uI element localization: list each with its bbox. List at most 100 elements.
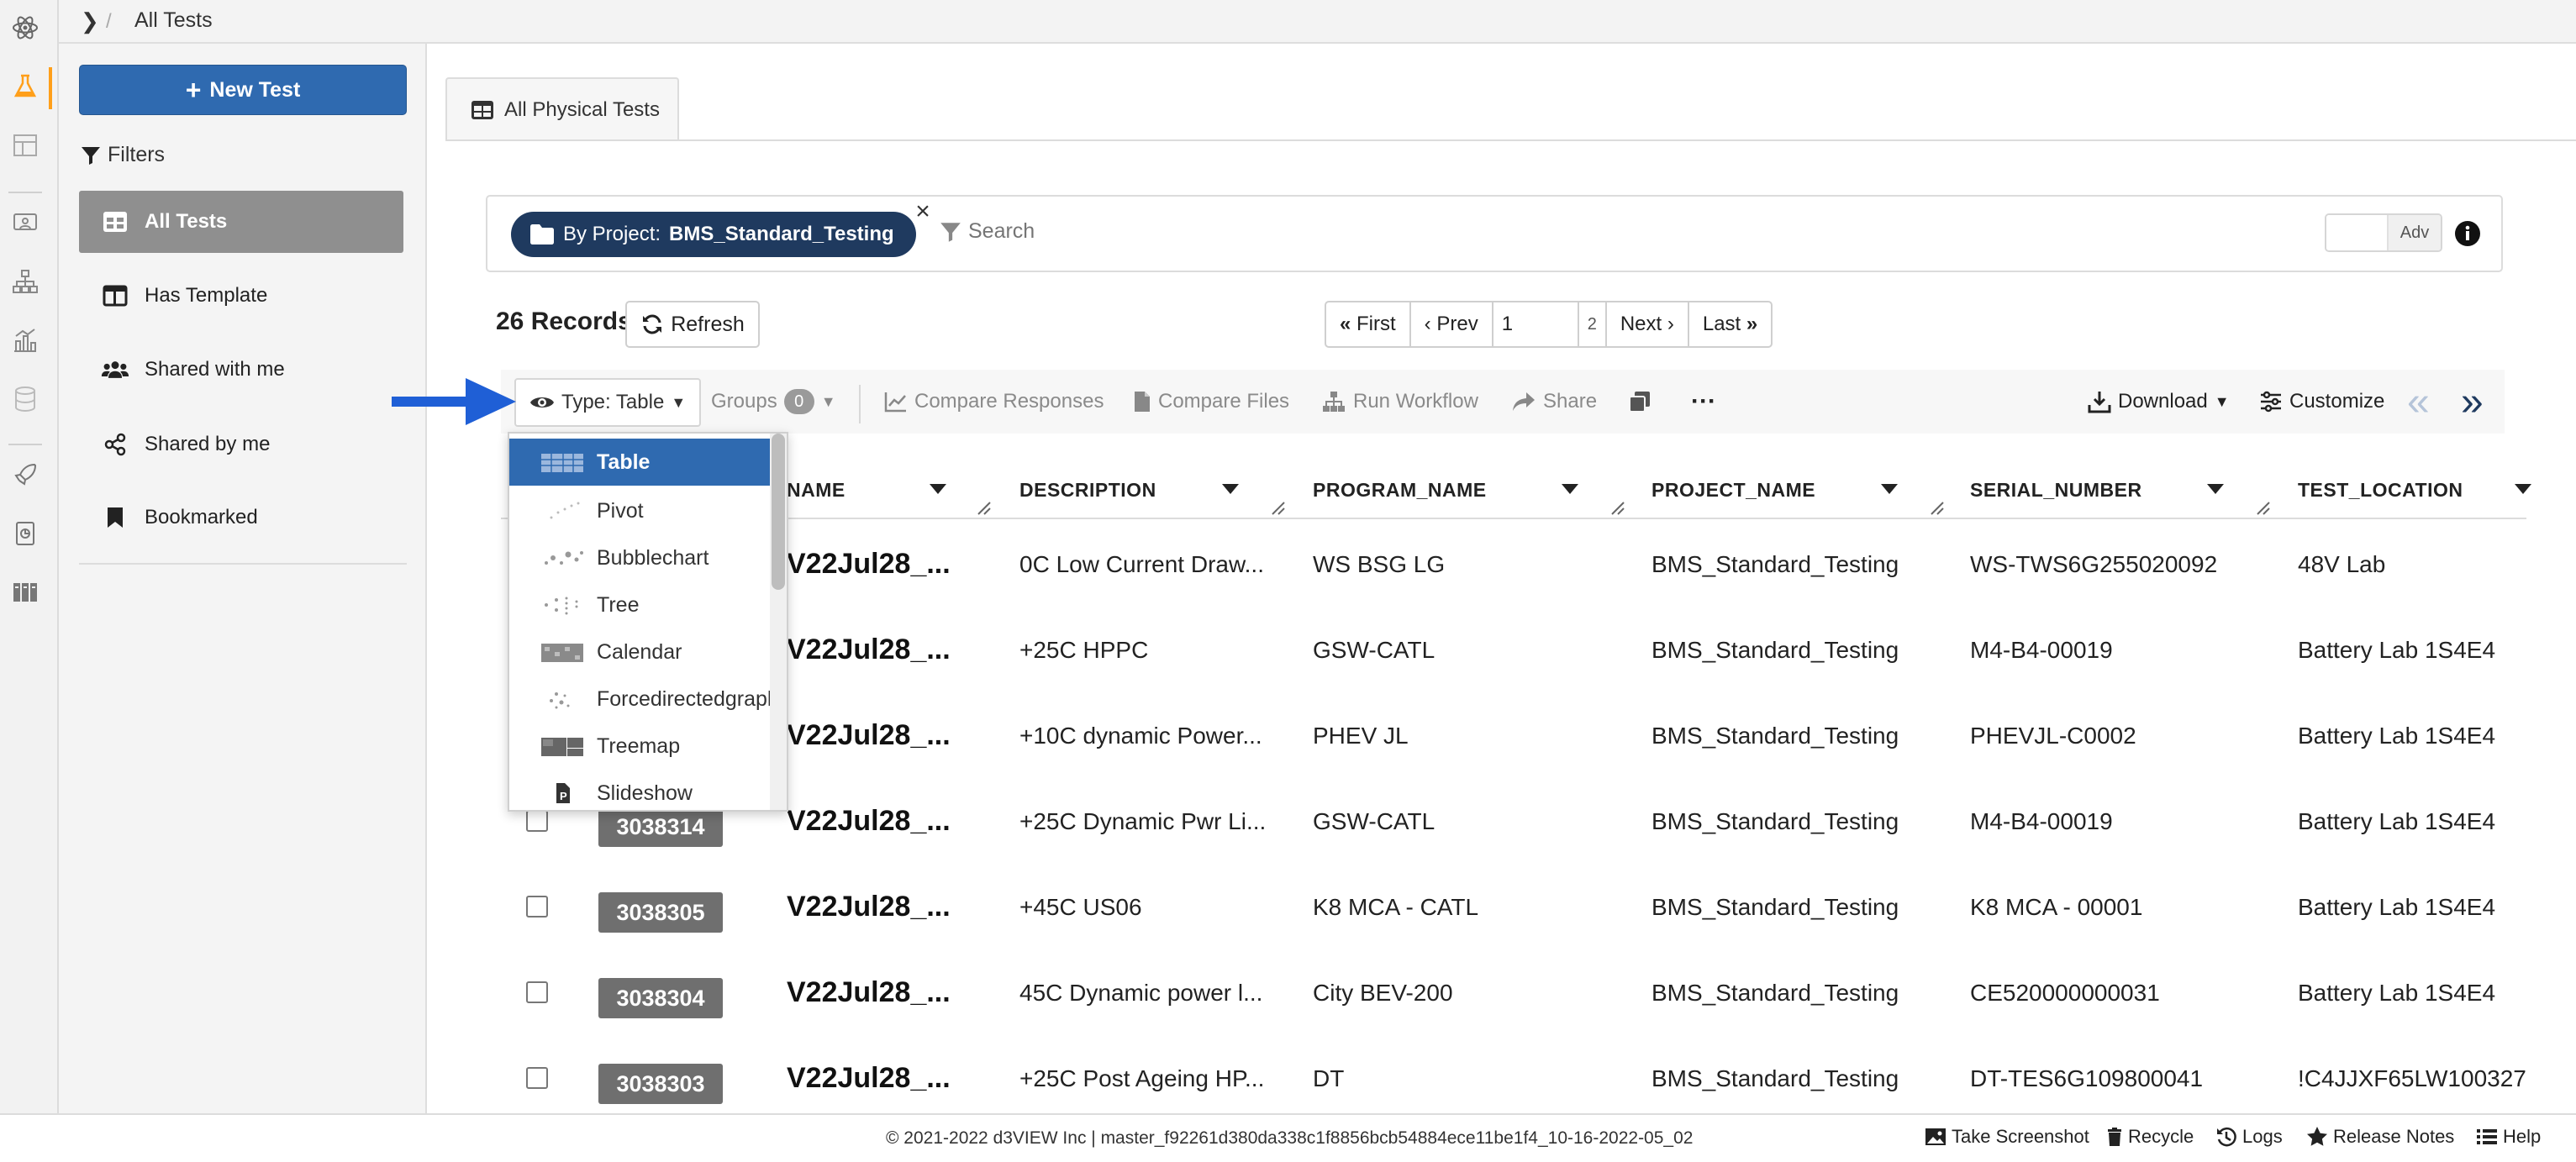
sidebar-item-has-template[interactable]: Has Template [79, 266, 403, 326]
logs-label: Logs [2242, 1126, 2283, 1147]
column-header-description[interactable]: DESCRIPTION [1019, 479, 1156, 502]
presentation-icon[interactable] [11, 208, 40, 237]
hierarchy-icon[interactable] [11, 267, 40, 296]
table-row[interactable]: V22Jul28_... +10C dynamic Power... PHEV … [501, 694, 2526, 780]
recycle-link[interactable]: Recycle [2106, 1126, 2194, 1148]
first-page-button[interactable]: « First [1326, 302, 1411, 346]
menu-scrollbar-thumb[interactable] [772, 434, 785, 590]
cell-name[interactable]: V22Jul28_... [787, 976, 951, 1009]
table-row[interactable]: 3038304 V22Jul28_... 45C Dynamic power l… [501, 951, 2526, 1037]
download-button[interactable]: Download ▼ [2088, 370, 2230, 434]
table-row[interactable]: 3038303 V22Jul28_... +25C Post Ageing HP… [501, 1037, 2526, 1112]
table-row[interactable]: V22Jul28_... +25C HPPC GSW-CATL BMS_Stan… [501, 608, 2526, 694]
layout-icon[interactable] [11, 131, 40, 160]
cell-name[interactable]: V22Jul28_... [787, 1062, 951, 1095]
folder-icon [530, 224, 554, 244]
duplicate-button[interactable] [1627, 370, 1652, 434]
cell-name[interactable]: V22Jul28_... [787, 805, 951, 838]
flask-icon[interactable] [11, 72, 40, 101]
breadcrumb-toggle-icon[interactable]: ❯ [81, 8, 99, 34]
logs-link[interactable]: Logs [2215, 1126, 2283, 1148]
scroll-right-icon[interactable]: » [2461, 370, 2484, 434]
cell-program-name: K8 MCA - CATL [1313, 894, 1479, 920]
library-icon[interactable] [11, 578, 40, 607]
cell-name[interactable]: V22Jul28_... [787, 891, 951, 923]
column-resize-handle[interactable] [1610, 501, 1625, 516]
menu-item-forcedirectedgraph[interactable]: Forcedirectedgraph [509, 676, 770, 723]
menu-item-treemap[interactable]: Treemap [509, 723, 770, 770]
table-row[interactable]: V22Jul28_... 0C Low Current Draw... WS B… [501, 523, 2526, 608]
share-button[interactable]: Share [1511, 370, 1597, 434]
column-sort-caret-icon[interactable] [2205, 481, 2226, 497]
row-checkbox[interactable] [526, 981, 548, 1003]
take-screenshot-label: Take Screenshot [1952, 1126, 2089, 1147]
column-header-name[interactable]: NAME [787, 479, 845, 502]
sidebar-item-shared-by-me[interactable]: Shared by me [79, 414, 403, 475]
groups-button[interactable]: Groups 0 ▼ [711, 370, 836, 434]
run-workflow-button[interactable]: Run Workflow [1321, 370, 1478, 434]
view-type-dropdown[interactable]: Type: Table ▼ [514, 378, 702, 427]
new-test-button[interactable]: + New Test [79, 65, 407, 115]
download-icon [2088, 392, 2111, 413]
menu-item-bubblechart[interactable]: Bubblechart [509, 534, 770, 581]
menu-item-tree[interactable]: Tree [509, 581, 770, 628]
refresh-button[interactable]: Refresh [625, 301, 760, 348]
customize-button[interactable]: Customize [2259, 370, 2384, 434]
next-page-button[interactable]: Next › [1607, 302, 1689, 346]
analytics-icon[interactable] [11, 326, 40, 355]
sidebar-item-bookmarked[interactable]: Bookmarked [79, 487, 403, 548]
atom-icon[interactable] [11, 13, 40, 42]
column-resize-handle[interactable] [1271, 501, 1286, 516]
advanced-search-toggle[interactable]: Adv [2325, 213, 2442, 252]
table-row[interactable]: 3038314 V22Jul28_... +25C Dynamic Pwr Li… [501, 780, 2526, 865]
database-icon[interactable] [11, 385, 40, 413]
prev-page-button[interactable]: ‹ Prev [1411, 302, 1493, 346]
column-header-serial-number[interactable]: SERIAL_NUMBER [1970, 479, 2142, 502]
rocket-icon[interactable] [11, 460, 40, 489]
chevron-left-icon: ‹ [1424, 313, 1437, 335]
menu-item-calendar[interactable]: Calendar [509, 628, 770, 676]
info-icon[interactable] [2454, 220, 2481, 247]
compare-responses-button[interactable]: Compare Responses [884, 370, 1104, 434]
column-header-program-name[interactable]: PROGRAM_NAME [1313, 479, 1487, 502]
column-sort-caret-icon[interactable] [1220, 481, 1241, 497]
close-icon[interactable]: × [906, 198, 940, 225]
row-checkbox[interactable] [526, 1067, 548, 1089]
cell-name[interactable]: V22Jul28_... [787, 719, 951, 752]
cell-name[interactable]: V22Jul28_... [787, 548, 951, 581]
column-header-project-name[interactable]: PROJECT_NAME [1651, 479, 1815, 502]
column-resize-handle[interactable] [977, 501, 992, 516]
report-icon[interactable] [11, 519, 40, 548]
row-checkbox[interactable] [526, 896, 548, 918]
sidebar-item-all-tests[interactable]: All Tests [79, 191, 403, 253]
project-filter-chip[interactable]: By Project: BMS_Standard_Testing [511, 212, 916, 257]
cell-serial-number: CE520000000031 [1970, 980, 2160, 1006]
last-page-button[interactable]: Last » [1689, 302, 1771, 346]
test-id-badge[interactable]: 3038304 [598, 978, 723, 1018]
column-header-test-location[interactable]: TEST_LOCATION [2298, 479, 2463, 502]
page-number-input[interactable] [1493, 302, 1579, 346]
search-box[interactable] [938, 218, 1306, 244]
help-link[interactable]: Help [2476, 1126, 2541, 1148]
tab-all-physical-tests[interactable]: All Physical Tests [445, 77, 679, 141]
take-screenshot-link[interactable]: Take Screenshot [1925, 1126, 2089, 1148]
scroll-left-icon[interactable]: « [2407, 370, 2430, 434]
column-resize-handle[interactable] [1930, 501, 1945, 516]
column-sort-caret-icon[interactable] [1560, 481, 1580, 497]
release-notes-link[interactable]: Release Notes [2306, 1126, 2454, 1148]
menu-item-pivot[interactable]: Pivot [509, 487, 770, 534]
search-input[interactable] [967, 218, 1306, 244]
compare-files-button[interactable]: Compare Files [1133, 370, 1289, 434]
column-sort-caret-icon[interactable] [1879, 481, 1899, 497]
cell-name[interactable]: V22Jul28_... [787, 634, 951, 666]
menu-item-slideshow[interactable]: P Slideshow [509, 770, 770, 817]
column-resize-handle[interactable] [2256, 501, 2271, 516]
column-sort-caret-icon[interactable] [928, 481, 948, 497]
test-id-badge[interactable]: 3038305 [598, 892, 723, 933]
sidebar-item-shared-with-me[interactable]: Shared with me [79, 339, 403, 400]
test-id-badge[interactable]: 3038303 [598, 1064, 723, 1104]
menu-item-table[interactable]: Table [509, 439, 770, 486]
table-row[interactable]: 3038305 V22Jul28_... +45C US06 K8 MCA - … [501, 865, 2526, 951]
more-actions-button[interactable]: ··· [1691, 370, 1716, 434]
column-sort-caret-icon[interactable] [2513, 481, 2533, 497]
